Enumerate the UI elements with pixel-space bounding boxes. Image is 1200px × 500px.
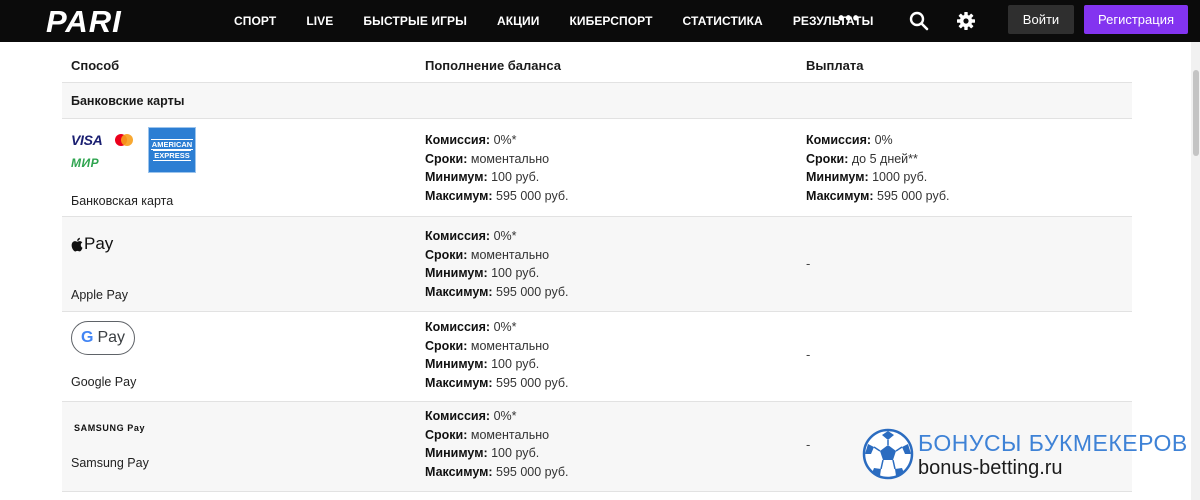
category-row: Банковские карты [62, 83, 1132, 119]
column-header-method: Способ [71, 58, 120, 73]
watermark-url: bonus-betting.ru [918, 457, 1063, 479]
nav-statistics[interactable]: СТАТИСТИКА [683, 14, 763, 28]
payout-unavailable: - [806, 256, 811, 271]
more-menu-icon[interactable]: ••• [838, 8, 860, 29]
deposit-info: Комиссия: 0%* Сроки: моментально Минимум… [425, 409, 569, 479]
visa-logo: VISA [71, 132, 103, 148]
apple-icon [71, 237, 83, 251]
register-button[interactable]: Регистрация [1084, 5, 1188, 34]
samsung-pay-logo: SAMSUNG Pay [74, 423, 146, 433]
nav-esports[interactable]: КИБЕРСПОРТ [569, 14, 652, 28]
watermark-title: БОНУСЫ БУКМЕКЕРОВ [918, 430, 1188, 456]
column-header-deposit: Пополнение баланса [425, 58, 561, 73]
search-icon[interactable] [908, 10, 930, 32]
method-name: Google Pay [71, 375, 137, 389]
table-row: Pay Apple Pay Комиссия: 0%* Сроки: момен… [62, 217, 1132, 312]
mir-logo: МИР [71, 156, 100, 170]
nav-sport[interactable]: СПОРТ [234, 14, 276, 28]
deposit-info: Комиссия: 0%* Сроки: моментально Минимум… [425, 320, 569, 390]
table-row: VISA МИР AMERICAN EXPRESS Банковская кар… [62, 119, 1132, 217]
deposit-info: Комиссия: 0%* Сроки: моментально Минимум… [425, 229, 569, 299]
deposit-info: Комиссия: 0%* Сроки: моментально Минимум… [425, 133, 569, 203]
google-pay-logo: G Pay [71, 321, 135, 355]
table-row: G Pay Google Pay Комиссия: 0%* Сроки: мо… [62, 312, 1132, 402]
nav-fast-games[interactable]: БЫСТРЫЕ ИГРЫ [363, 14, 467, 28]
scrollbar-thumb[interactable] [1193, 70, 1199, 156]
amex-logo: AMERICAN EXPRESS [148, 127, 196, 173]
main-nav: СПОРТ LIVE БЫСТРЫЕ ИГРЫ АКЦИИ КИБЕРСПОРТ… [234, 0, 903, 42]
login-button[interactable]: Войти [1008, 5, 1074, 34]
method-name: Банковская карта [71, 194, 174, 208]
nav-live[interactable]: LIVE [306, 14, 333, 28]
svg-text:PARI: PARI [46, 5, 122, 37]
table-row-partial [62, 492, 1132, 500]
table-header-row: Способ Пополнение баланса Выплата [62, 42, 1132, 83]
nav-promotions[interactable]: АКЦИИ [497, 14, 540, 28]
payout-unavailable: - [806, 347, 811, 362]
soccer-ball-icon [862, 428, 914, 480]
mastercard-logo [115, 134, 133, 146]
gear-icon[interactable] [955, 10, 977, 32]
method-name: Apple Pay [71, 288, 128, 302]
payout-unavailable: - [806, 437, 811, 452]
column-header-payout: Выплата [806, 58, 864, 73]
category-title: Банковские карты [71, 94, 185, 108]
top-navigation-bar: PARI СПОРТ LIVE БЫСТРЫЕ ИГРЫ АКЦИИ КИБЕР… [0, 0, 1200, 42]
payout-info: Комиссия: 0% Сроки: до 5 дней** Минимум:… [806, 133, 950, 203]
watermark: БОНУСЫ БУКМЕКЕРОВ bonus-betting.ru [862, 425, 1192, 489]
nav-results[interactable]: РЕЗУЛЬТАТЫ [793, 14, 874, 28]
apple-pay-logo: Pay [71, 234, 113, 254]
pari-logo[interactable]: PARI [46, 5, 172, 37]
method-name: Samsung Pay [71, 456, 149, 470]
